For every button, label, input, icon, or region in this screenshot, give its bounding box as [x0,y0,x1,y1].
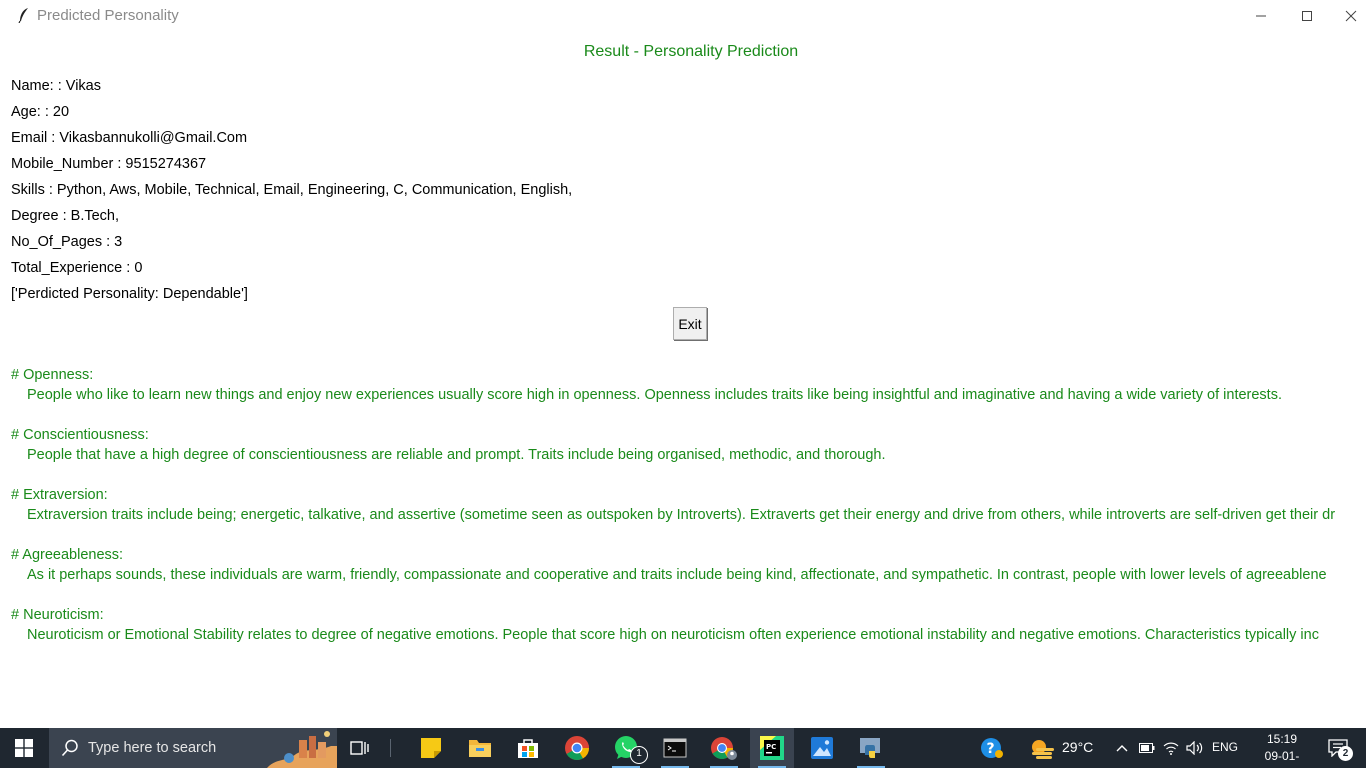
terminal-button[interactable] [653,728,697,768]
trait-heading-agreeableness: # Agreeableness: [11,547,124,563]
search-box[interactable]: Type here to search [49,728,337,768]
clock-time: 15:19 [1266,732,1298,746]
trait-heading-openness: # Openness: [11,367,94,383]
taskbar: Type here to search 1 PC ? 29°C ENG 15:1… [0,728,1366,780]
show-hidden-icons-button[interactable] [1110,728,1134,768]
maximize-button[interactable] [1284,0,1330,32]
page-title: Result - Personality Prediction [583,43,799,60]
photos-icon [811,737,833,759]
windows-icon [15,739,33,757]
photos-button[interactable] [800,728,844,768]
degree-line: Degree : B.Tech, [11,208,119,224]
trait-description-extraversion: Extraversion traits include being; energ… [27,507,1336,523]
title-bar[interactable]: Predicted Personality [8,0,1366,33]
weather-widget[interactable]: 29°C [1028,736,1108,760]
file-explorer-icon [469,740,491,757]
trait-description-neuroticism: Neuroticism or Emotional Stability relat… [27,627,1319,643]
python-icon [860,738,880,758]
wifi-icon [1163,742,1179,755]
chevron-up-icon [1116,745,1128,752]
pages-line: No_Of_Pages : 3 [11,234,123,250]
notification-count-badge: 2 [1338,746,1353,761]
volume-button[interactable] [1184,728,1206,768]
minimize-button[interactable] [1238,0,1284,32]
clock-date: 09-01-2024 [1264,749,1300,780]
exit-button[interactable]: Exit [673,307,707,340]
notification-center-button[interactable]: 2 [1318,728,1358,768]
terminal-icon [663,738,687,758]
experience-line: Total_Experience : 0 [11,260,143,276]
close-button[interactable] [1328,0,1366,32]
chrome-button[interactable] [555,728,599,768]
pycharm-icon: PC [760,736,784,760]
whatsapp-unread-badge: 1 [630,746,648,764]
python-button[interactable] [849,728,893,768]
search-highlight-art [261,728,337,768]
minimize-icon [1256,15,1266,17]
network-button[interactable] [1160,728,1182,768]
close-icon [1345,10,1357,22]
microsoft-store-icon [518,739,538,758]
feather-icon [17,7,31,24]
clock[interactable]: 15:19 09-01-2024 [1257,731,1307,782]
mobile-line: Mobile_Number : 9515274367 [11,156,207,172]
trait-description-openness: People who like to learn new things and … [27,387,1282,403]
chrome-profile-button[interactable] [702,728,746,768]
language-indicator[interactable]: ENG [1212,740,1238,754]
battery-button[interactable] [1136,728,1158,768]
search-placeholder: Type here to search [88,740,217,756]
sticky-notes-icon [421,738,441,758]
weather-icon [1032,740,1054,759]
trait-heading-extraversion: # Extraversion: [11,487,108,503]
chrome-icon [565,736,589,761]
taskbar-divider [390,739,391,757]
weather-temperature: 29°C [1062,739,1094,755]
task-view-icon [350,741,369,755]
svg-text:?: ? [987,741,995,757]
trait-heading-neuroticism: # Neuroticism: [11,607,104,623]
window-title: Predicted Personality [37,7,179,24]
file-explorer-button[interactable] [458,728,502,768]
trait-heading-conscientiousness: # Conscientiousness: [11,427,149,443]
age-line: Age: : 20 [11,104,70,120]
start-button[interactable] [0,728,48,768]
skills-line: Skills : Python, Aws, Mobile, Technical,… [11,182,573,198]
name-line: Name: : Vikas [11,78,101,94]
email-line: Email : Vikasbannukolli@Gmail.Com [11,130,248,146]
window-left-border [0,0,8,728]
search-icon [61,739,78,757]
prediction-line: ['Perdicted Personality: Dependable'] [11,286,248,302]
task-view-button[interactable] [338,728,382,768]
help-button[interactable]: ? [970,728,1014,768]
pycharm-button[interactable]: PC [750,728,794,768]
chrome-profile-icon [711,737,737,760]
battery-icon [1139,743,1155,753]
svg-text:PC: PC [766,743,776,751]
sticky-notes-button[interactable] [409,728,453,768]
trait-description-conscientiousness: People that have a high degree of consci… [27,447,886,463]
help-icon: ? [981,738,1003,758]
whatsapp-button[interactable]: 1 [604,728,648,768]
speaker-icon [1186,741,1203,755]
microsoft-store-button[interactable] [506,728,550,768]
maximize-icon [1302,11,1312,21]
trait-description-agreeableness: As it perhaps sounds, these individuals … [27,567,1327,583]
